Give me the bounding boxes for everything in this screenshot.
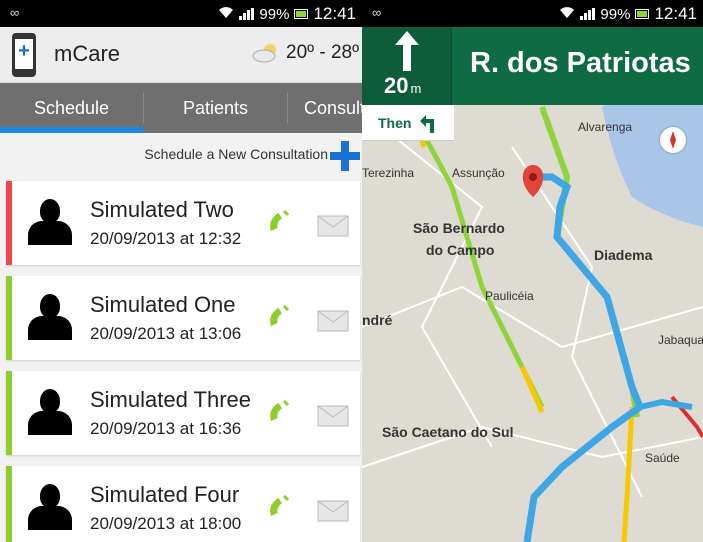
map-label: Assunção [452, 166, 505, 180]
map-label: Diadema [594, 247, 653, 263]
status-bar-indicator [6, 371, 12, 455]
app-title: mCare [54, 41, 121, 66]
tab-selected-indicator [0, 127, 143, 133]
consultation-date: 20/09/2013 at 18:00 [90, 514, 242, 533]
map-label: do Campo [426, 242, 495, 258]
consultation-date: 20/09/2013 at 13:06 [90, 324, 242, 343]
patient-name: Simulated One [90, 292, 236, 317]
straight-arrow-icon [395, 31, 419, 71]
voicemail-icon: ∞ [10, 5, 20, 20]
signal-icon [239, 8, 255, 20]
status-bar-indicator [6, 181, 12, 265]
consultation-card[interactable]: Simulated Three 20/09/2013 at 16:36 [6, 371, 360, 455]
status-bar: ∞ 99% 12:41 [362, 0, 703, 27]
mail-icon[interactable] [317, 310, 349, 332]
consultation-date: 20/09/2013 at 12:32 [90, 229, 242, 248]
map-label: Alvarenga [578, 120, 633, 134]
turn-arrow-panel: 20 m [362, 27, 452, 105]
avatar-icon [28, 484, 72, 530]
navigation-header: 20 m R. dos Patriotas [362, 27, 703, 105]
phone-icon[interactable] [268, 304, 294, 330]
map-label: Jabaqua [658, 333, 703, 347]
wifi-icon [218, 6, 234, 23]
avatar-icon [28, 199, 72, 245]
turn-left-icon [420, 115, 434, 133]
phone-icon[interactable] [268, 399, 294, 425]
add-consultation-icon[interactable] [330, 141, 360, 171]
clock: 12:41 [313, 4, 356, 23]
status-bar-indicator [6, 466, 12, 542]
battery-percent: 99% [259, 5, 290, 23]
signal-icon [580, 8, 596, 20]
temperature: 20º - 28º [286, 42, 360, 63]
mail-icon[interactable] [317, 215, 349, 237]
street-name: R. dos Patriotas [470, 47, 691, 79]
patient-name: Simulated Three [90, 387, 252, 412]
patient-name: Simulated Two [90, 197, 234, 222]
battery-icon [294, 9, 309, 19]
map-label: São Caetano do Sul [382, 424, 514, 440]
action-bar: mCare 20º - 28º [0, 27, 362, 83]
map-label: ndré [362, 312, 393, 328]
patient-name: Simulated Four [90, 482, 240, 507]
tab-bar: Schedule Patients Consultations [0, 83, 362, 133]
new-consultation-label[interactable]: Schedule a New Consultation [144, 146, 328, 162]
map-label: São Bernardo [413, 220, 505, 236]
distance-readout: 20 m [384, 73, 422, 98]
voicemail-icon: ∞ [372, 5, 382, 20]
wifi-icon [559, 6, 575, 23]
app-logo-icon[interactable] [12, 33, 36, 77]
consultation-card[interactable]: Simulated One 20/09/2013 at 13:06 [6, 276, 360, 360]
avatar-icon [28, 294, 72, 340]
avatar-icon [28, 389, 72, 435]
clock: 12:41 [654, 4, 697, 23]
mail-icon[interactable] [317, 405, 349, 427]
consultation-date: 20/09/2013 at 16:36 [90, 419, 242, 438]
battery-icon [635, 9, 650, 19]
map-label: Paulicéia [485, 289, 534, 303]
consultation-card[interactable]: Simulated Four 20/09/2013 at 18:00 [6, 466, 360, 542]
consultation-card[interactable]: Simulated Two 20/09/2013 at 12:32 [6, 181, 360, 265]
map-label: Terezinha [362, 166, 415, 180]
status-bar: ∞ 99% 12:41 [0, 0, 362, 27]
then-label: Then [378, 115, 412, 131]
navigation-screen: ∞ 99% 12:41 20 m R. dos Patriotas Then A… [362, 0, 703, 542]
phone-icon[interactable] [268, 494, 294, 520]
cloud-icon [252, 44, 276, 63]
tab-schedule[interactable]: Schedule [0, 83, 143, 133]
mcare-screen: ∞ 99% 12:41 mCare 20º - 28º Schedule Pat… [0, 0, 362, 542]
phone-icon[interactable] [268, 209, 294, 235]
mail-icon[interactable] [317, 500, 349, 522]
tab-consultations[interactable]: Consultations [288, 83, 362, 133]
next-turn-panel: Then [362, 105, 454, 141]
status-bar-indicator [6, 276, 12, 360]
map-label: Saúde [645, 451, 680, 465]
battery-percent: 99% [600, 5, 631, 23]
tab-patients[interactable]: Patients [144, 83, 287, 133]
compass-icon[interactable] [660, 127, 686, 153]
